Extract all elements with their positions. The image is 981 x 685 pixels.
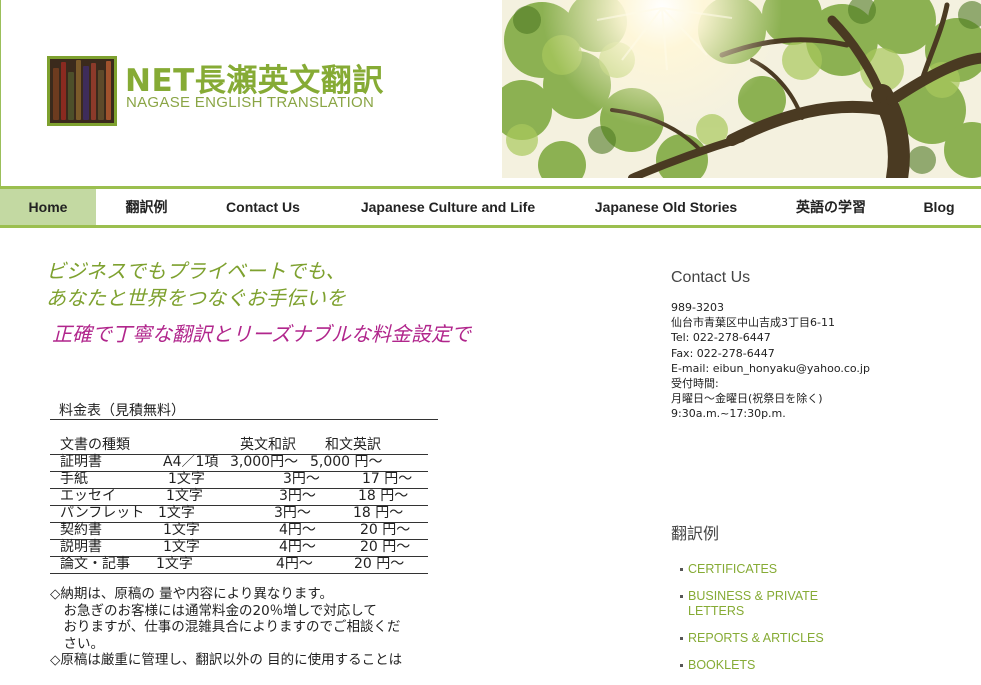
- contact-email[interactable]: E-mail: eibun_honyaku@yahoo.co.jp: [671, 361, 870, 376]
- cell-en-ja: 3円〜: [283, 471, 320, 487]
- cell-en-ja: 3円〜: [274, 505, 311, 521]
- cell-en-ja: 3円〜: [279, 488, 316, 504]
- cell-unit: 1文字: [168, 471, 205, 487]
- examples-list: CERTIFICATES BUSINESS & PRIVATE LETTERS …: [680, 562, 838, 685]
- table-row: エッセイ 1文字 3円〜 18 円〜: [50, 488, 428, 506]
- cell-unit: A4／1項: [163, 454, 219, 470]
- nav-item-english-learning[interactable]: 英語の学習: [765, 189, 897, 225]
- header-document-type: 文書の種類: [60, 437, 130, 453]
- note-line: さい。: [50, 635, 104, 652]
- link-certificates[interactable]: CERTIFICATES: [688, 562, 777, 576]
- cell-type: エッセイ: [60, 488, 116, 504]
- link-business-private-letters[interactable]: BUSINESS & PRIVATE LETTERS: [688, 589, 818, 618]
- tagline-line-1: ビジネスでもプライベートでも、: [46, 259, 346, 283]
- pricing-table-header: 文書の種類 英文和訳 和文英訳: [50, 436, 428, 455]
- bullet-icon: [680, 568, 683, 571]
- contact-hours-label: 受付時間:: [671, 377, 719, 391]
- cell-type: パンフレット: [60, 505, 145, 521]
- nav-item-japanese-culture[interactable]: Japanese Culture and Life: [329, 189, 567, 225]
- cell-unit: 1文字: [156, 556, 193, 572]
- note-line: ◇原稿は厳重に管理し、翻訳以外の 目的に使用することは: [50, 652, 403, 668]
- contact-address: 仙台市青葉区中山吉成3丁目6-11: [671, 316, 835, 330]
- contact-heading: Contact Us: [671, 269, 751, 286]
- main-nav: Home 翻訳例 Contact Us Japanese Culture and…: [0, 186, 981, 228]
- contact-zip: 989-3203: [671, 301, 724, 314]
- table-row: 証明書 A4／1項 3,000円〜 5,000 円〜: [50, 454, 428, 472]
- cell-unit: 1文字: [163, 522, 200, 538]
- table-row: 手紙 1文字 3円〜 17 円〜: [50, 471, 428, 489]
- table-row: パンフレット 1文字 3円〜 18 円〜: [50, 505, 428, 523]
- tagline-magenta: 正確で丁寧な翻訳とリーズナブルな料金設定で: [52, 322, 471, 346]
- bullet-icon: [680, 637, 683, 640]
- nav-item-blog[interactable]: Blog: [897, 189, 981, 225]
- contact-fax: Fax: 022-278-6447: [671, 346, 775, 360]
- cell-type: 手紙: [60, 471, 88, 487]
- note-line: お急ぎのお客様には通常料金の20％増しで対応して: [50, 602, 377, 619]
- link-reports-articles[interactable]: REPORTS & ARTICLES: [688, 631, 824, 645]
- nav-item-translation-examples[interactable]: 翻訳例: [96, 189, 197, 225]
- cell-en-ja: 3,000円〜: [230, 454, 299, 470]
- cell-ja-en: 20 円〜: [354, 556, 405, 572]
- examples-heading: 翻訳例: [671, 526, 720, 543]
- header-en-ja: 英文和訳: [240, 437, 296, 453]
- note-line: ◇納期は、原稿の 量や内容により異なります。: [50, 586, 334, 602]
- list-item: REPORTS & ARTICLES: [680, 631, 838, 646]
- bullet-icon: [680, 664, 683, 667]
- site-header: NET長瀬英文翻訳 NAGASE ENGLISH TRANSLATION: [0, 0, 981, 186]
- nav-item-contact-us[interactable]: Contact Us: [197, 189, 329, 225]
- cell-ja-en: 20 円〜: [360, 522, 411, 538]
- cell-ja-en: 20 円〜: [360, 539, 411, 555]
- nav-item-japanese-old-stories[interactable]: Japanese Old Stories: [567, 189, 765, 225]
- contact-tel: Tel: 022-278-6447: [671, 331, 771, 345]
- cell-ja-en: 18 円〜: [358, 488, 409, 504]
- contact-hours-time: 9:30a.m.~17:30p.m.: [671, 407, 786, 421]
- tagline-green: ビジネスでもプライベートでも、 あなたと世界をつなぐお手伝いを: [46, 258, 346, 312]
- site-subtitle: NAGASE ENGLISH TRANSLATION: [126, 94, 375, 111]
- tree-hero-image: [502, 0, 981, 178]
- note-line: おりますが、仕事の混雑具合によりますのでご相談くだ: [50, 619, 401, 635]
- tagline-line-2: あなたと世界をつなぐお手伝いを: [46, 286, 346, 310]
- cell-unit: 1文字: [163, 539, 200, 555]
- list-item: BUSINESS & PRIVATE LETTERS: [680, 589, 838, 619]
- cell-unit: 1文字: [166, 488, 203, 504]
- list-item: BOOKLETS: [680, 658, 838, 673]
- bullet-icon: [680, 595, 683, 598]
- cell-ja-en: 18 円〜: [353, 505, 404, 521]
- contact-info: 989-3203 仙台市青葉区中山吉成3丁目6-11 Tel: 022-278-…: [671, 300, 870, 422]
- cell-ja-en: 5,000 円〜: [310, 454, 383, 470]
- table-row: 論文・記事 1文字 4円〜 20 円〜: [50, 556, 428, 574]
- books-logo-icon[interactable]: [47, 56, 117, 126]
- cell-type: 説明書: [60, 539, 102, 555]
- cell-en-ja: 4円〜: [279, 522, 316, 538]
- cell-en-ja: 4円〜: [279, 539, 316, 555]
- cell-en-ja: 4円〜: [276, 556, 313, 572]
- table-row: 契約書 1文字 4円〜 20 円〜: [50, 522, 428, 540]
- cell-ja-en: 17 円〜: [362, 471, 413, 487]
- header-ja-en: 和文英訳: [325, 437, 381, 453]
- cell-unit: 1文字: [158, 505, 195, 521]
- contact-hours-days: 月曜日～金曜日(祝祭日を除く): [671, 392, 823, 406]
- list-item: CERTIFICATES: [680, 562, 838, 577]
- cell-type: 契約書: [60, 522, 102, 538]
- delivery-notes: ◇納期は、原稿の 量や内容により異なります。 お急ぎのお客様には通常料金の20％…: [50, 586, 402, 669]
- table-row: 説明書 1文字 4円〜 20 円〜: [50, 539, 428, 557]
- nav-item-home[interactable]: Home: [0, 189, 96, 225]
- cell-type: 論文・記事: [60, 556, 130, 572]
- pricing-table-title: 料金表（見積無料）: [50, 400, 438, 420]
- cell-type: 証明書: [60, 454, 102, 470]
